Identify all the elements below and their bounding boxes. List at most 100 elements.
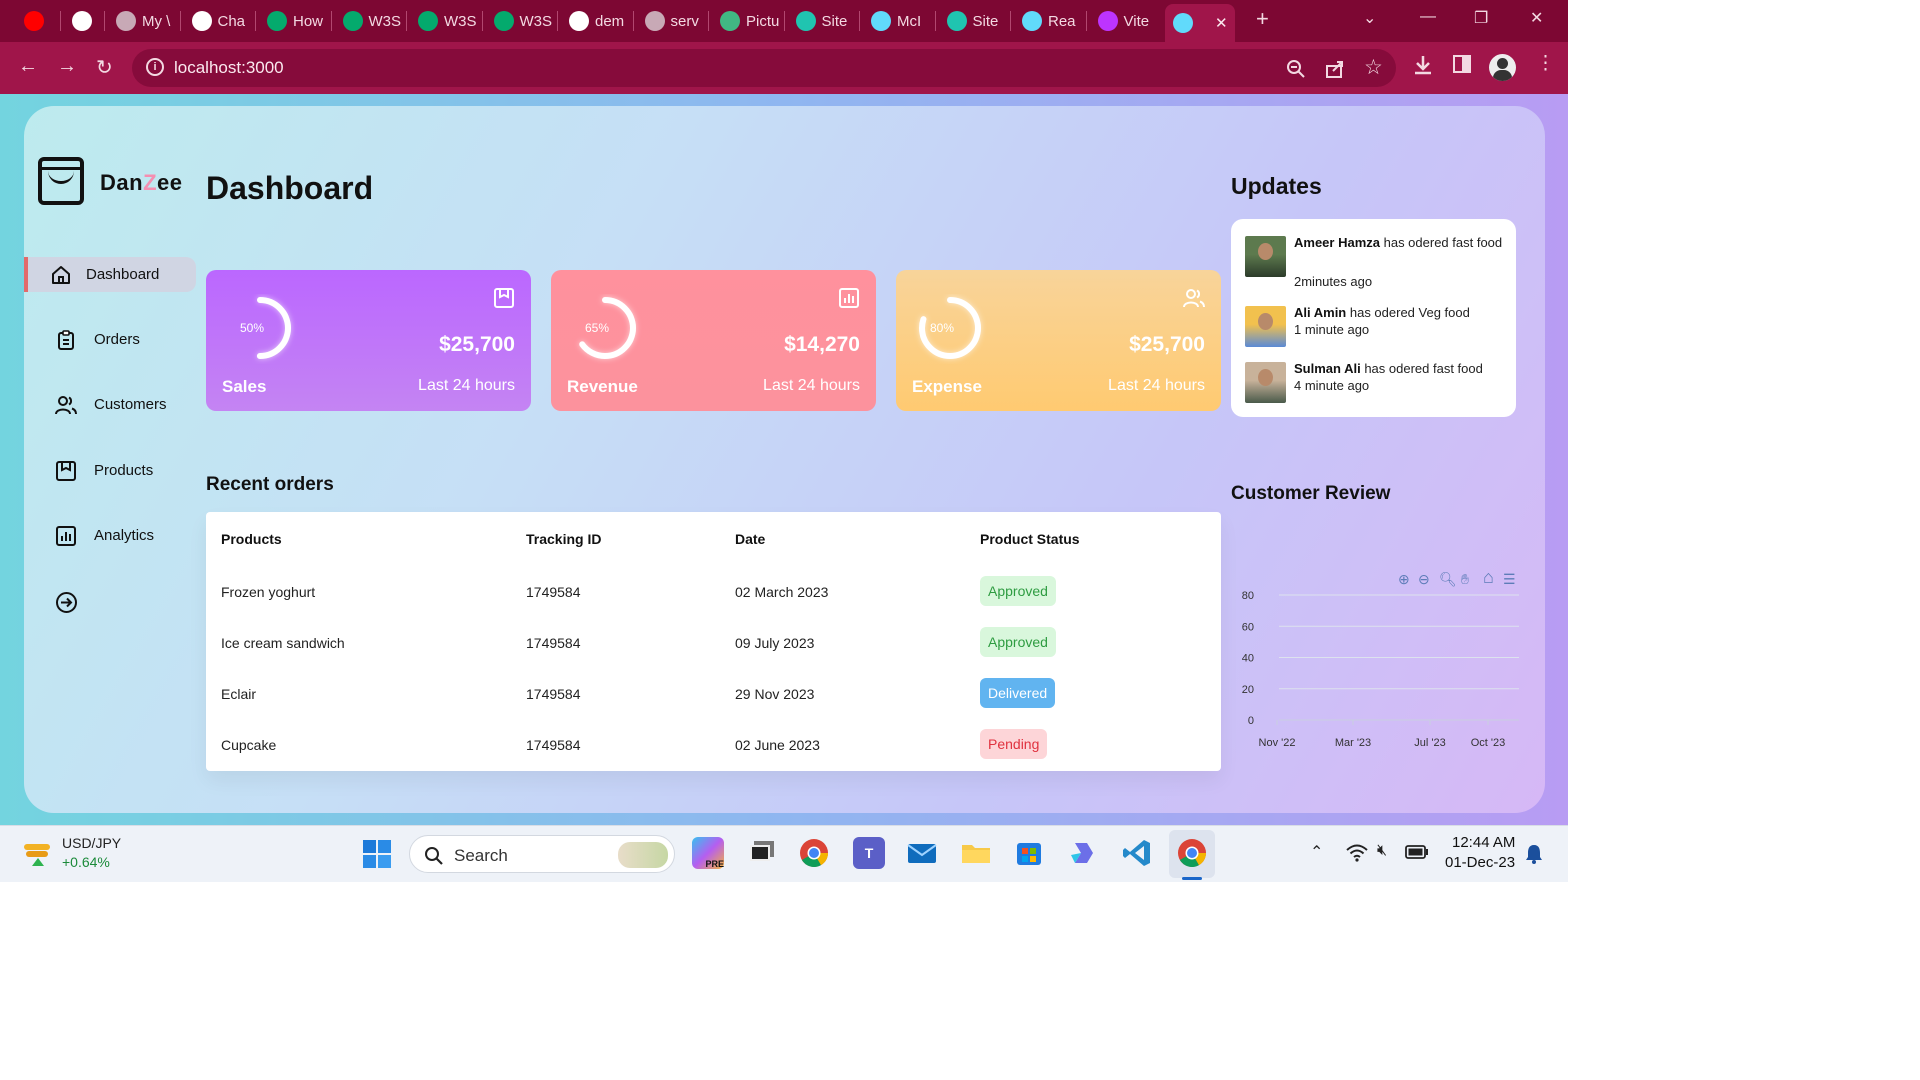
copilot-icon[interactable]: PRE <box>692 837 724 869</box>
table-header[interactable]: Date <box>735 531 765 547</box>
card-period: Last 24 hours <box>418 377 515 394</box>
mail-icon[interactable] <box>906 837 938 869</box>
browser-tab[interactable]: W3S <box>335 6 405 36</box>
browser-tab[interactable]: Cha <box>184 6 254 36</box>
bookmark-star-icon[interactable]: ☆ <box>1364 55 1383 80</box>
browser-tab[interactable]: Site <box>939 6 1009 36</box>
table-row[interactable] <box>206 723 1221 769</box>
browser-tab[interactable]: W3S <box>410 6 480 36</box>
file-explorer-icon[interactable] <box>960 837 992 869</box>
browser-tab[interactable]: serv <box>637 6 707 36</box>
cell-tracking: 1749584 <box>526 686 581 702</box>
card-amount: $25,700 <box>1129 333 1205 356</box>
chrome-icon[interactable] <box>798 837 830 869</box>
battery-icon[interactable] <box>1405 845 1429 859</box>
weather-widget-icon[interactable] <box>24 838 52 866</box>
close-window-icon[interactable]: ✕ <box>1530 8 1543 28</box>
sign-out-icon[interactable] <box>55 591 78 614</box>
clock-date[interactable]: 01-Dec-23 <box>1445 854 1515 871</box>
browser-tab[interactable]: W3S <box>486 6 556 36</box>
minimize-icon[interactable]: — <box>1420 8 1436 26</box>
table-row[interactable] <box>206 570 1221 616</box>
browser-tab[interactable]: dem <box>561 6 631 36</box>
stat-card-expense[interactable]: 80% $25,700 Expense Last 24 hours <box>896 270 1221 411</box>
stat-card-sales[interactable]: 50% $25,700 Sales Last 24 hours <box>206 270 531 411</box>
sidebar-item-orders[interactable]: Orders <box>24 322 196 357</box>
reload-icon[interactable]: ↻ <box>96 55 113 80</box>
table-header[interactable]: Products <box>221 531 282 547</box>
sidebar-item-products[interactable]: Products <box>24 453 196 488</box>
browser-tab[interactable] <box>64 6 104 36</box>
browser-tab[interactable]: ✕ <box>1165 4 1235 42</box>
new-tab-icon[interactable]: + <box>1256 6 1269 32</box>
address-bar[interactable]: i localhost:3000 ☆ <box>132 49 1396 87</box>
browser-tab[interactable]: How <box>259 6 329 36</box>
browser-tab-bar: ⌄ — ❐ ✕ My \ Cha How W3S W3S W3S dem serv Pictu S… <box>0 0 1568 42</box>
browser-tab[interactable]: McI <box>863 6 933 36</box>
clock-time[interactable]: 12:44 AM <box>1452 834 1515 851</box>
browser-tab[interactable] <box>16 6 56 36</box>
diamond-icon <box>795 11 816 31</box>
taskbar-search[interactable]: Search <box>409 835 675 873</box>
cell-product: Cupcake <box>221 737 277 753</box>
diamond-icon <box>946 11 967 31</box>
card-amount: $14,270 <box>784 333 860 356</box>
vscode-icon[interactable] <box>1121 837 1153 869</box>
sidebar-item-analytics[interactable]: Analytics <box>24 518 196 553</box>
download-icon[interactable] <box>1412 54 1434 76</box>
volume-muted-icon[interactable]: 🔇︎ <box>1377 842 1387 860</box>
back-icon[interactable]: ← <box>18 55 38 78</box>
task-view-icon[interactable] <box>744 837 776 869</box>
show-hidden-icons[interactable]: ⌃ <box>1310 842 1323 862</box>
site-info-icon[interactable]: i <box>146 58 164 76</box>
youtube-icon <box>24 11 44 31</box>
forward-icon[interactable]: → <box>57 55 77 78</box>
cell-tracking: 1749584 <box>526 737 581 753</box>
stat-card-revenue[interactable]: 65% $14,270 Revenue Last 24 hours <box>551 270 876 411</box>
browser-menu-icon[interactable]: ⋮ <box>1536 52 1555 75</box>
start-icon[interactable] <box>362 839 392 869</box>
table-row[interactable] <box>206 672 1221 718</box>
windows-taskbar: USD/JPY +0.64% Search PRE T ⌃ 🔇︎ 12:44 A… <box>0 825 1568 882</box>
progress-percent: 65% <box>585 321 610 335</box>
customer-review-chart: 0 20 40 60 80 Nov '22 Mar '23 Jul '23 Oct '23 <box>1242 590 1519 749</box>
wifi-icon[interactable] <box>1346 844 1368 862</box>
tab-title: dem <box>595 12 625 30</box>
orders-table: Products Tracking ID Date Product Status Fro… <box>206 512 1221 771</box>
browser-tab[interactable]: My \ <box>108 6 178 36</box>
widget-value: +0.64% <box>62 854 110 870</box>
notification-bell-icon[interactable] <box>1524 843 1544 865</box>
product-icon <box>494 288 514 308</box>
browser-tab[interactable]: Pictu <box>712 6 782 36</box>
restore-icon[interactable]: ❐ <box>1474 8 1488 28</box>
y-tick-label: 60 <box>1242 621 1254 633</box>
progress-percent: 50% <box>240 321 265 335</box>
sidebar-item-dashboard[interactable]: Dashboard <box>24 257 196 292</box>
tab-title: How <box>293 12 324 30</box>
profile-avatar[interactable] <box>1489 54 1516 81</box>
table-header[interactable]: Product Status <box>980 531 1080 547</box>
teams-icon[interactable]: T <box>853 837 885 869</box>
table-header[interactable]: Tracking ID <box>526 531 601 547</box>
browser-tab[interactable]: Vite <box>1090 6 1160 36</box>
tab-search-icon[interactable]: ⌄ <box>1363 8 1376 28</box>
logo-text: DanZee <box>100 170 183 195</box>
copilot-app-icon[interactable] <box>1067 837 1099 869</box>
sidebar-item-label: Dashboard <box>86 266 160 283</box>
update-time: 4 minute ago <box>1294 378 1370 393</box>
share-icon[interactable] <box>1325 59 1345 79</box>
table-row[interactable] <box>206 621 1221 667</box>
react-icon <box>1173 13 1193 33</box>
sidebar-item-customers[interactable]: Customers <box>24 387 196 422</box>
tab-separator <box>859 11 860 31</box>
tab-title: serv <box>670 12 699 30</box>
search-icon <box>425 847 443 865</box>
react-icon <box>1022 11 1042 31</box>
zoom-icon[interactable] <box>1286 59 1306 79</box>
side-panel-icon[interactable] <box>1452 54 1472 74</box>
browser-tab[interactable]: Rea <box>1014 6 1084 36</box>
browser-tab[interactable]: Site <box>788 6 858 36</box>
chrome-active-icon[interactable] <box>1176 837 1208 869</box>
store-icon[interactable] <box>1013 837 1045 869</box>
close-tab-icon[interactable]: ✕ <box>1215 14 1228 32</box>
